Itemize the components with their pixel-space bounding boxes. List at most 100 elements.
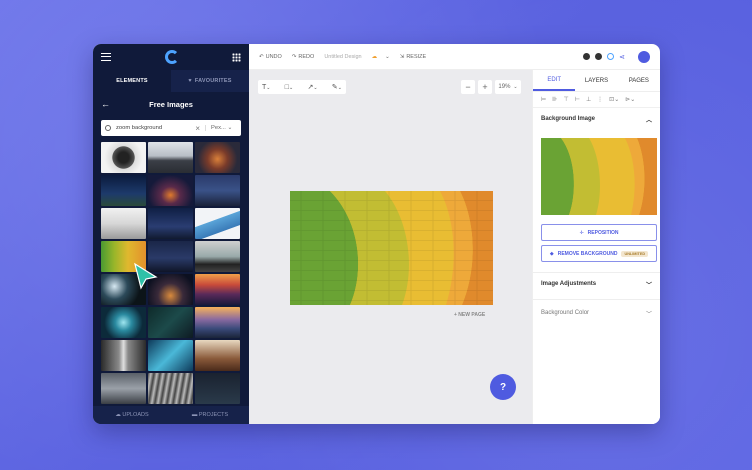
image-thumbnail[interactable] [148,208,193,239]
redo-button[interactable]: ↷ REDO [292,54,315,60]
zoom-out-button[interactable]: − [461,80,475,94]
resize-label: RESIZE [406,53,427,60]
document-title[interactable]: Untitled Design [324,54,361,60]
artboard-background-image[interactable] [290,191,493,305]
user-avatar[interactable] [638,50,650,63]
tab-pages[interactable]: PAGES [618,70,660,91]
folder-icon: ▬ [191,412,199,418]
alignment-toolbar: ⊨ ⊪ ⊤ ⊢ ⊥ ⋮ ⊡⌄ ⊳⌄ [533,92,660,108]
image-thumbnail[interactable] [101,175,146,206]
text-tool-icon[interactable]: T⌄ [262,84,270,91]
design-canvas: T⌄ □⌄ ↗⌄ ✎⌄ − + 19% ⌄ + NEW PAGE ? [249,70,532,424]
undo-icon: ↶ [259,53,264,60]
background-image-preview[interactable] [541,138,657,215]
chevron-down-icon: ⌄ [385,53,390,60]
section-title: Background Image [541,116,596,122]
image-thumbnail[interactable] [148,175,193,206]
app-logo-icon[interactable] [164,50,179,64]
zoom-in-button[interactable]: + [478,80,492,94]
back-arrow-icon[interactable]: ← [101,99,115,109]
clear-search-icon[interactable]: × [195,124,200,133]
tab-favourites[interactable]: ♥ FAVOURITES [171,70,249,92]
image-thumbnail[interactable] [195,142,240,173]
left-panel: ELEMENTS ♥ FAVOURITES ← Free Images zoom… [93,44,249,424]
projects-tab[interactable]: ▬ PROJECTS [171,412,249,418]
help-button[interactable]: ? [490,374,516,400]
image-thumbnail[interactable] [148,340,193,371]
align-middle-icon[interactable]: ⊢ [575,96,580,103]
image-source-value: Pex... [211,125,226,131]
cloud-status[interactable]: ☁ ⌄ [372,54,390,60]
background-color-section-header[interactable]: Background Color ﹀ [533,302,660,324]
chevron-up-icon: ︿ [645,117,652,124]
google-drive-icon[interactable] [607,53,615,60]
align-bottom-icon[interactable]: ⊥ [586,96,591,103]
reposition-label: REPOSITION [587,229,619,236]
tab-edit[interactable]: EDIT [533,70,576,91]
align-left-icon[interactable]: ⊨ [541,96,546,103]
undo-button[interactable]: ↶ UNDO [259,54,282,60]
editor-window: ELEMENTS ♥ FAVOURITES ← Free Images zoom… [93,44,660,424]
image-thumbnail[interactable] [195,208,240,239]
search-input[interactable]: zoom background [116,125,195,131]
image-thumbnail[interactable] [101,373,146,404]
remove-background-label: REMOVE BACKGROUND [557,250,618,257]
image-thumbnail[interactable] [195,340,240,371]
chevron-down-icon: ﹀ [645,282,652,289]
remove-background-button[interactable]: ◆ REMOVE BACKGROUND UNLIMITED [541,245,657,262]
image-thumbnail[interactable] [101,340,146,371]
left-panel-tabs: ELEMENTS ♥ FAVOURITES [93,70,249,92]
image-thumbnail[interactable] [148,373,193,404]
new-page-button[interactable]: + NEW PAGE [454,312,485,318]
pen-tool-icon[interactable]: ✎⌄ [332,83,342,91]
move-icon: ✛ [579,229,584,236]
image-thumbnail[interactable] [101,142,146,173]
divider [533,299,660,300]
redo-icon: ↷ [291,53,297,60]
resize-button[interactable]: ⇲ RESIZE [400,54,426,60]
reposition-button[interactable]: ✛ REPOSITION [541,224,657,241]
background-image-section-header[interactable]: Background Image ︿ [533,108,660,130]
image-thumbnail[interactable] [148,307,193,338]
image-adjustments-section-header[interactable]: Image Adjustments ﹀ [533,273,660,295]
topbar-actions: ⋖ [583,50,650,63]
more-align-icon[interactable]: ⊳⌄ [625,96,635,103]
stack-icon[interactable] [583,53,591,60]
tab-elements[interactable]: ELEMENTS [93,70,171,92]
image-thumbnail[interactable] [195,241,240,272]
heart-icon: ♥ [188,78,192,84]
mouse-cursor-icon [134,262,158,290]
settings-icon[interactable] [595,53,603,60]
drawing-tools: T⌄ □⌄ ↗⌄ ✎⌄ [258,80,346,94]
image-thumbnail[interactable] [195,373,240,404]
image-thumbnail[interactable] [101,307,146,338]
menu-icon[interactable] [101,53,111,61]
document-title-text: Untitled Design [324,53,362,60]
distribute-icon[interactable]: ⋮ [597,96,603,103]
image-thumbnail[interactable] [195,307,240,338]
section-title: Background Color [541,310,590,316]
zoom-level-value: 19% [498,84,511,90]
tab-layers[interactable]: LAYERS [575,70,617,91]
share-icon[interactable]: ⋖ [619,53,625,61]
uploads-tab[interactable]: ☁ UPLOADS [93,412,171,418]
spacing-icon[interactable]: ⊡⌄ [609,96,619,103]
tab-favourites-label: FAVOURITES [194,78,232,84]
chevron-down-icon: ⌄ [227,125,233,131]
apps-grid-icon[interactable] [232,52,241,62]
align-center-icon[interactable]: ⊪ [552,96,557,103]
shape-tool-icon[interactable]: □⌄ [285,84,293,91]
image-source-select[interactable]: Pex... ⌄ [205,125,237,131]
projects-label: PROJECTS [198,412,229,418]
align-top-icon[interactable]: ⊤ [563,96,568,103]
image-thumbnail[interactable] [148,142,193,173]
panel-header: ← Free Images [93,92,249,116]
image-thumbnail[interactable] [195,175,240,206]
right-panel: EDIT LAYERS PAGES ⊨ ⊪ ⊤ ⊢ ⊥ ⋮ ⊡⌄ ⊳⌄ Back… [532,70,660,424]
image-thumbnail[interactable] [101,208,146,239]
zoom-level-select[interactable]: 19% ⌄ [495,80,521,94]
image-thumbnail[interactable] [195,274,240,305]
search-icon [105,125,111,131]
image-results-grid [101,142,240,404]
arrow-tool-icon[interactable]: ↗⌄ [308,83,318,91]
